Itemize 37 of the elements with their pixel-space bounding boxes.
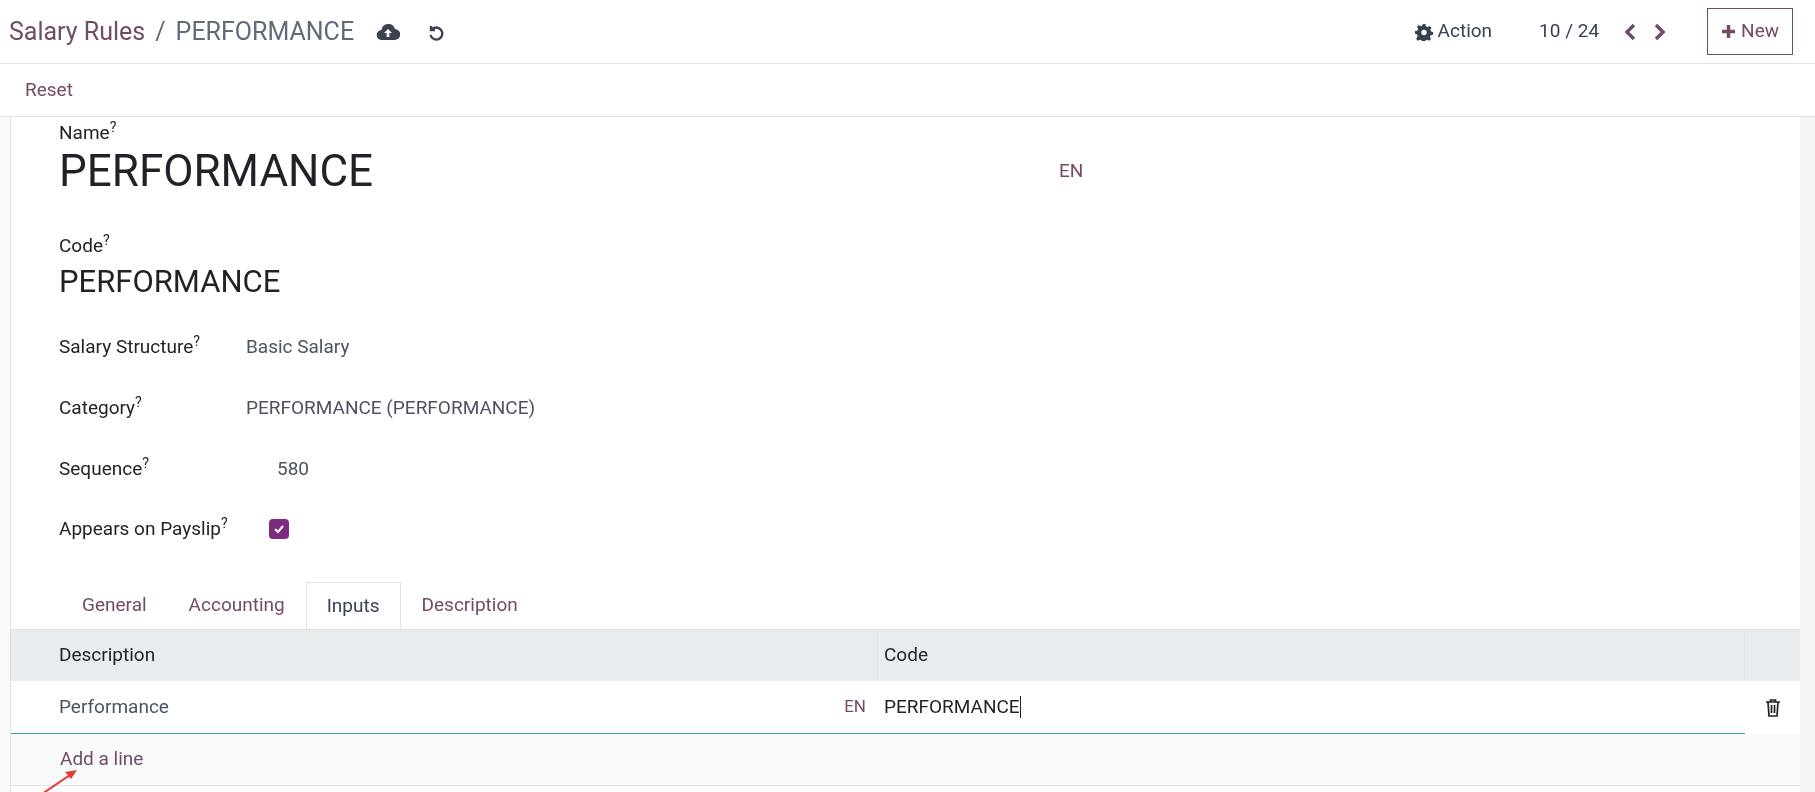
- field-value[interactable]: 580: [246, 454, 310, 484]
- checkbox[interactable]: [269, 519, 289, 539]
- column-header[interactable]: Description: [11, 630, 878, 681]
- gear-icon: [1414, 22, 1433, 41]
- tab[interactable]: Accounting: [167, 582, 306, 629]
- language-button[interactable]: EN: [1059, 157, 1084, 186]
- breadcrumb-separator: /: [155, 15, 166, 48]
- new-button[interactable]: New: [1707, 8, 1793, 55]
- chevron-left-icon[interactable]: [1623, 22, 1638, 41]
- field-label: Name$^{?}$: [59, 121, 118, 145]
- reset-button[interactable]: Reset: [25, 75, 73, 105]
- chevron-right-icon[interactable]: [1653, 22, 1668, 41]
- cloud-upload-icon[interactable]: [376, 22, 401, 41]
- field-value[interactable]: Basic Salary: [246, 332, 350, 362]
- tab[interactable]: Description: [400, 582, 539, 629]
- check-icon: [273, 523, 285, 535]
- record-title: PERFORMANCE: [175, 15, 355, 48]
- field-label: Appears on Payslip$^{?}$: [59, 514, 229, 542]
- add-line-link[interactable]: Add a line: [60, 745, 144, 774]
- field-label: Category$^{?}$: [59, 393, 143, 421]
- code-input[interactable]: PERFORMANCE: [878, 696, 1021, 718]
- field-label: Sequence$^{?}$: [59, 454, 150, 482]
- breadcrumb-link[interactable]: Salary Rules: [9, 12, 146, 51]
- name-field[interactable]: PERFORMANCE: [59, 145, 1059, 197]
- trash-icon[interactable]: [1764, 698, 1781, 717]
- pager-value: 10 / 24: [1539, 18, 1600, 45]
- column-header[interactable]: Code: [878, 630, 1745, 681]
- language-button[interactable]: EN: [801, 694, 878, 720]
- table-cell[interactable]: Performance: [11, 692, 801, 722]
- field-label: Salary Structure$^{?}$: [59, 332, 201, 360]
- code-field[interactable]: PERFORMANCE: [59, 258, 1790, 306]
- field-label: Code$^{?}$: [59, 234, 111, 258]
- plus-icon: [1721, 24, 1737, 39]
- action-button[interactable]: Action: [1414, 17, 1493, 46]
- tab[interactable]: General: [61, 582, 168, 629]
- tab[interactable]: Inputs: [305, 582, 401, 629]
- field-value[interactable]: PERFORMANCE (PERFORMANCE): [246, 393, 536, 423]
